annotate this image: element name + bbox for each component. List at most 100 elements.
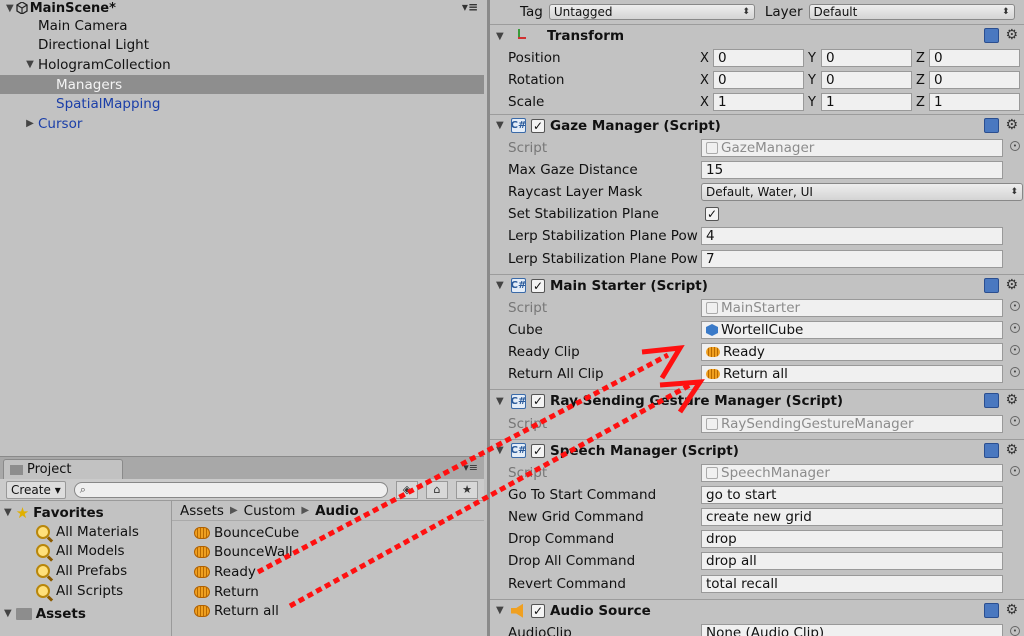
- layer-dropdown[interactable]: Default ⬍: [808, 4, 1015, 20]
- lerp-input-1[interactable]: 4: [701, 227, 1003, 246]
- object-picker-icon[interactable]: •: [1010, 322, 1020, 333]
- fold-arrow-icon[interactable]: ▼: [496, 445, 506, 456]
- tree-item[interactable]: Managers: [0, 74, 484, 95]
- ray-sending-header[interactable]: ▼ C# ✓ Ray Sending Gesture Manager (Scri…: [490, 390, 1024, 412]
- tab-project[interactable]: Project: [3, 459, 123, 479]
- asset-item[interactable]: Ready: [172, 562, 484, 582]
- ready-clip-field[interactable]: Ready: [701, 343, 1003, 362]
- command-input[interactable]: go to start: [701, 485, 1003, 504]
- y-input[interactable]: 0: [821, 49, 912, 68]
- tree-item[interactable]: ▼ HologramCollection: [0, 55, 484, 75]
- script-field[interactable]: RaySendingGestureManager: [701, 414, 1003, 433]
- asset-item[interactable]: Return all: [172, 601, 484, 621]
- favorite-item[interactable]: All Models: [0, 542, 171, 562]
- breadcrumb-item[interactable]: Custom: [244, 503, 296, 519]
- script-field[interactable]: SpeechManager: [701, 463, 1003, 482]
- create-button[interactable]: Create ▾: [6, 480, 66, 499]
- enabled-checkbox[interactable]: ✓: [531, 394, 545, 409]
- tree-item[interactable]: Directional Light: [0, 36, 484, 56]
- x-input[interactable]: 1: [713, 93, 804, 112]
- favorite-item[interactable]: All Prefabs: [0, 561, 171, 581]
- favorite-item[interactable]: All Scripts: [0, 581, 171, 601]
- script-field[interactable]: GazeManager: [701, 138, 1003, 157]
- fold-arrow-icon[interactable]: ▶: [24, 118, 36, 129]
- gear-icon[interactable]: ⚙: [1005, 442, 1018, 458]
- fold-arrow-icon[interactable]: ▼: [496, 31, 506, 42]
- filter-label-icon[interactable]: ⌂: [426, 480, 448, 499]
- gear-icon[interactable]: ⚙: [1005, 393, 1018, 408]
- command-input[interactable]: create new grid: [701, 508, 1003, 527]
- object-picker-icon[interactable]: •: [1010, 140, 1020, 151]
- scene-header[interactable]: ▼ MainScene* ▾≡: [0, 0, 484, 16]
- gear-icon[interactable]: ⚙: [1005, 602, 1018, 618]
- fold-arrow-icon[interactable]: ▼: [496, 396, 506, 407]
- x-input[interactable]: 0: [713, 49, 804, 68]
- help-icon[interactable]: [984, 28, 1000, 43]
- speech-manager-header[interactable]: ▼ C# ✓ Speech Manager (Script) ⚙: [490, 440, 1024, 462]
- main-starter-header[interactable]: ▼ C# ✓ Main Starter (Script) ⚙: [490, 275, 1024, 297]
- help-icon[interactable]: [984, 442, 1000, 458]
- fold-arrow-icon[interactable]: ▼: [4, 507, 12, 518]
- gear-icon[interactable]: ⚙: [1005, 117, 1018, 133]
- star-icon[interactable]: ★: [456, 480, 478, 499]
- cube-field[interactable]: WortellCube: [701, 320, 1003, 339]
- z-input[interactable]: 0: [929, 71, 1020, 90]
- search-input[interactable]: ⌕: [73, 481, 388, 498]
- y-input[interactable]: 0: [821, 71, 912, 90]
- tag-dropdown[interactable]: Untagged ⬍: [548, 4, 755, 20]
- command-input[interactable]: drop: [701, 530, 1003, 549]
- x-input[interactable]: 0: [713, 71, 804, 90]
- max-gaze-input[interactable]: 15: [701, 160, 1003, 179]
- breadcrumb-item[interactable]: Audio: [315, 503, 359, 519]
- enabled-checkbox[interactable]: ✓: [531, 118, 545, 133]
- enabled-checkbox[interactable]: ✓: [531, 443, 545, 458]
- favorite-item[interactable]: All Materials: [0, 522, 171, 542]
- tree-item[interactable]: SpatialMapping: [0, 94, 484, 114]
- fold-arrow-icon[interactable]: ▼: [496, 120, 506, 131]
- breadcrumb-item[interactable]: Assets: [180, 503, 224, 519]
- help-icon[interactable]: [984, 602, 1000, 618]
- z-input[interactable]: 0: [929, 49, 1020, 68]
- tree-item[interactable]: ▶ Cursor: [0, 114, 484, 134]
- return-clip-field[interactable]: Return all: [701, 365, 1003, 384]
- assets-header[interactable]: ▼ Assets: [0, 604, 171, 623]
- object-picker-icon[interactable]: •: [1010, 465, 1020, 476]
- stabilization-checkbox[interactable]: ✓: [705, 207, 719, 222]
- audio-source-header[interactable]: ▼ ✓ Audio Source ⚙: [490, 600, 1024, 622]
- object-picker-icon[interactable]: •: [1010, 416, 1020, 427]
- tree-item[interactable]: Main Camera: [0, 16, 484, 36]
- help-icon[interactable]: [984, 117, 1000, 133]
- audio-clip-field[interactable]: None (Audio Clip): [701, 623, 1003, 636]
- command-input[interactable]: drop all: [701, 552, 1003, 571]
- enabled-checkbox[interactable]: ✓: [531, 603, 545, 618]
- object-picker-icon[interactable]: •: [1010, 625, 1020, 636]
- lerp-input-2[interactable]: 7: [701, 249, 1003, 268]
- z-input[interactable]: 1: [929, 93, 1020, 112]
- script-field[interactable]: MainStarter: [701, 298, 1003, 317]
- object-picker-icon[interactable]: •: [1010, 300, 1020, 311]
- fold-arrow-icon[interactable]: ▼: [6, 3, 14, 14]
- filter-type-icon[interactable]: ◈: [396, 480, 418, 499]
- fold-arrow-icon[interactable]: ▼: [24, 59, 36, 70]
- asset-item[interactable]: Return: [172, 582, 484, 602]
- object-picker-icon[interactable]: •: [1010, 367, 1020, 378]
- raycast-dropdown[interactable]: Default, Water, UI ⬍: [701, 183, 1023, 202]
- favorites-header[interactable]: ▼ ★ Favorites: [0, 503, 171, 522]
- fold-arrow-icon[interactable]: ▼: [4, 608, 12, 619]
- asset-item[interactable]: BounceWall: [172, 543, 484, 563]
- y-input[interactable]: 1: [821, 93, 912, 112]
- fold-arrow-icon[interactable]: ▼: [496, 605, 506, 616]
- gear-icon[interactable]: ⚙: [1005, 277, 1018, 293]
- gear-icon[interactable]: ⚙: [1005, 28, 1018, 43]
- command-input[interactable]: total recall: [701, 574, 1003, 593]
- help-icon[interactable]: [984, 393, 1000, 409]
- panel-menu-icon[interactable]: ▾≡: [462, 0, 478, 14]
- help-icon[interactable]: [984, 277, 1000, 293]
- enabled-checkbox[interactable]: ✓: [531, 278, 545, 293]
- gaze-manager-header[interactable]: ▼ C# ✓ Gaze Manager (Script) ⚙: [490, 115, 1024, 137]
- transform-header[interactable]: ▼ Transform ⚙: [490, 25, 1024, 47]
- asset-item[interactable]: BounceCube: [172, 523, 484, 543]
- object-picker-icon[interactable]: •: [1010, 345, 1020, 356]
- fold-arrow-icon[interactable]: ▼: [496, 280, 506, 291]
- panel-menu-icon[interactable]: ▾≡: [463, 461, 478, 474]
